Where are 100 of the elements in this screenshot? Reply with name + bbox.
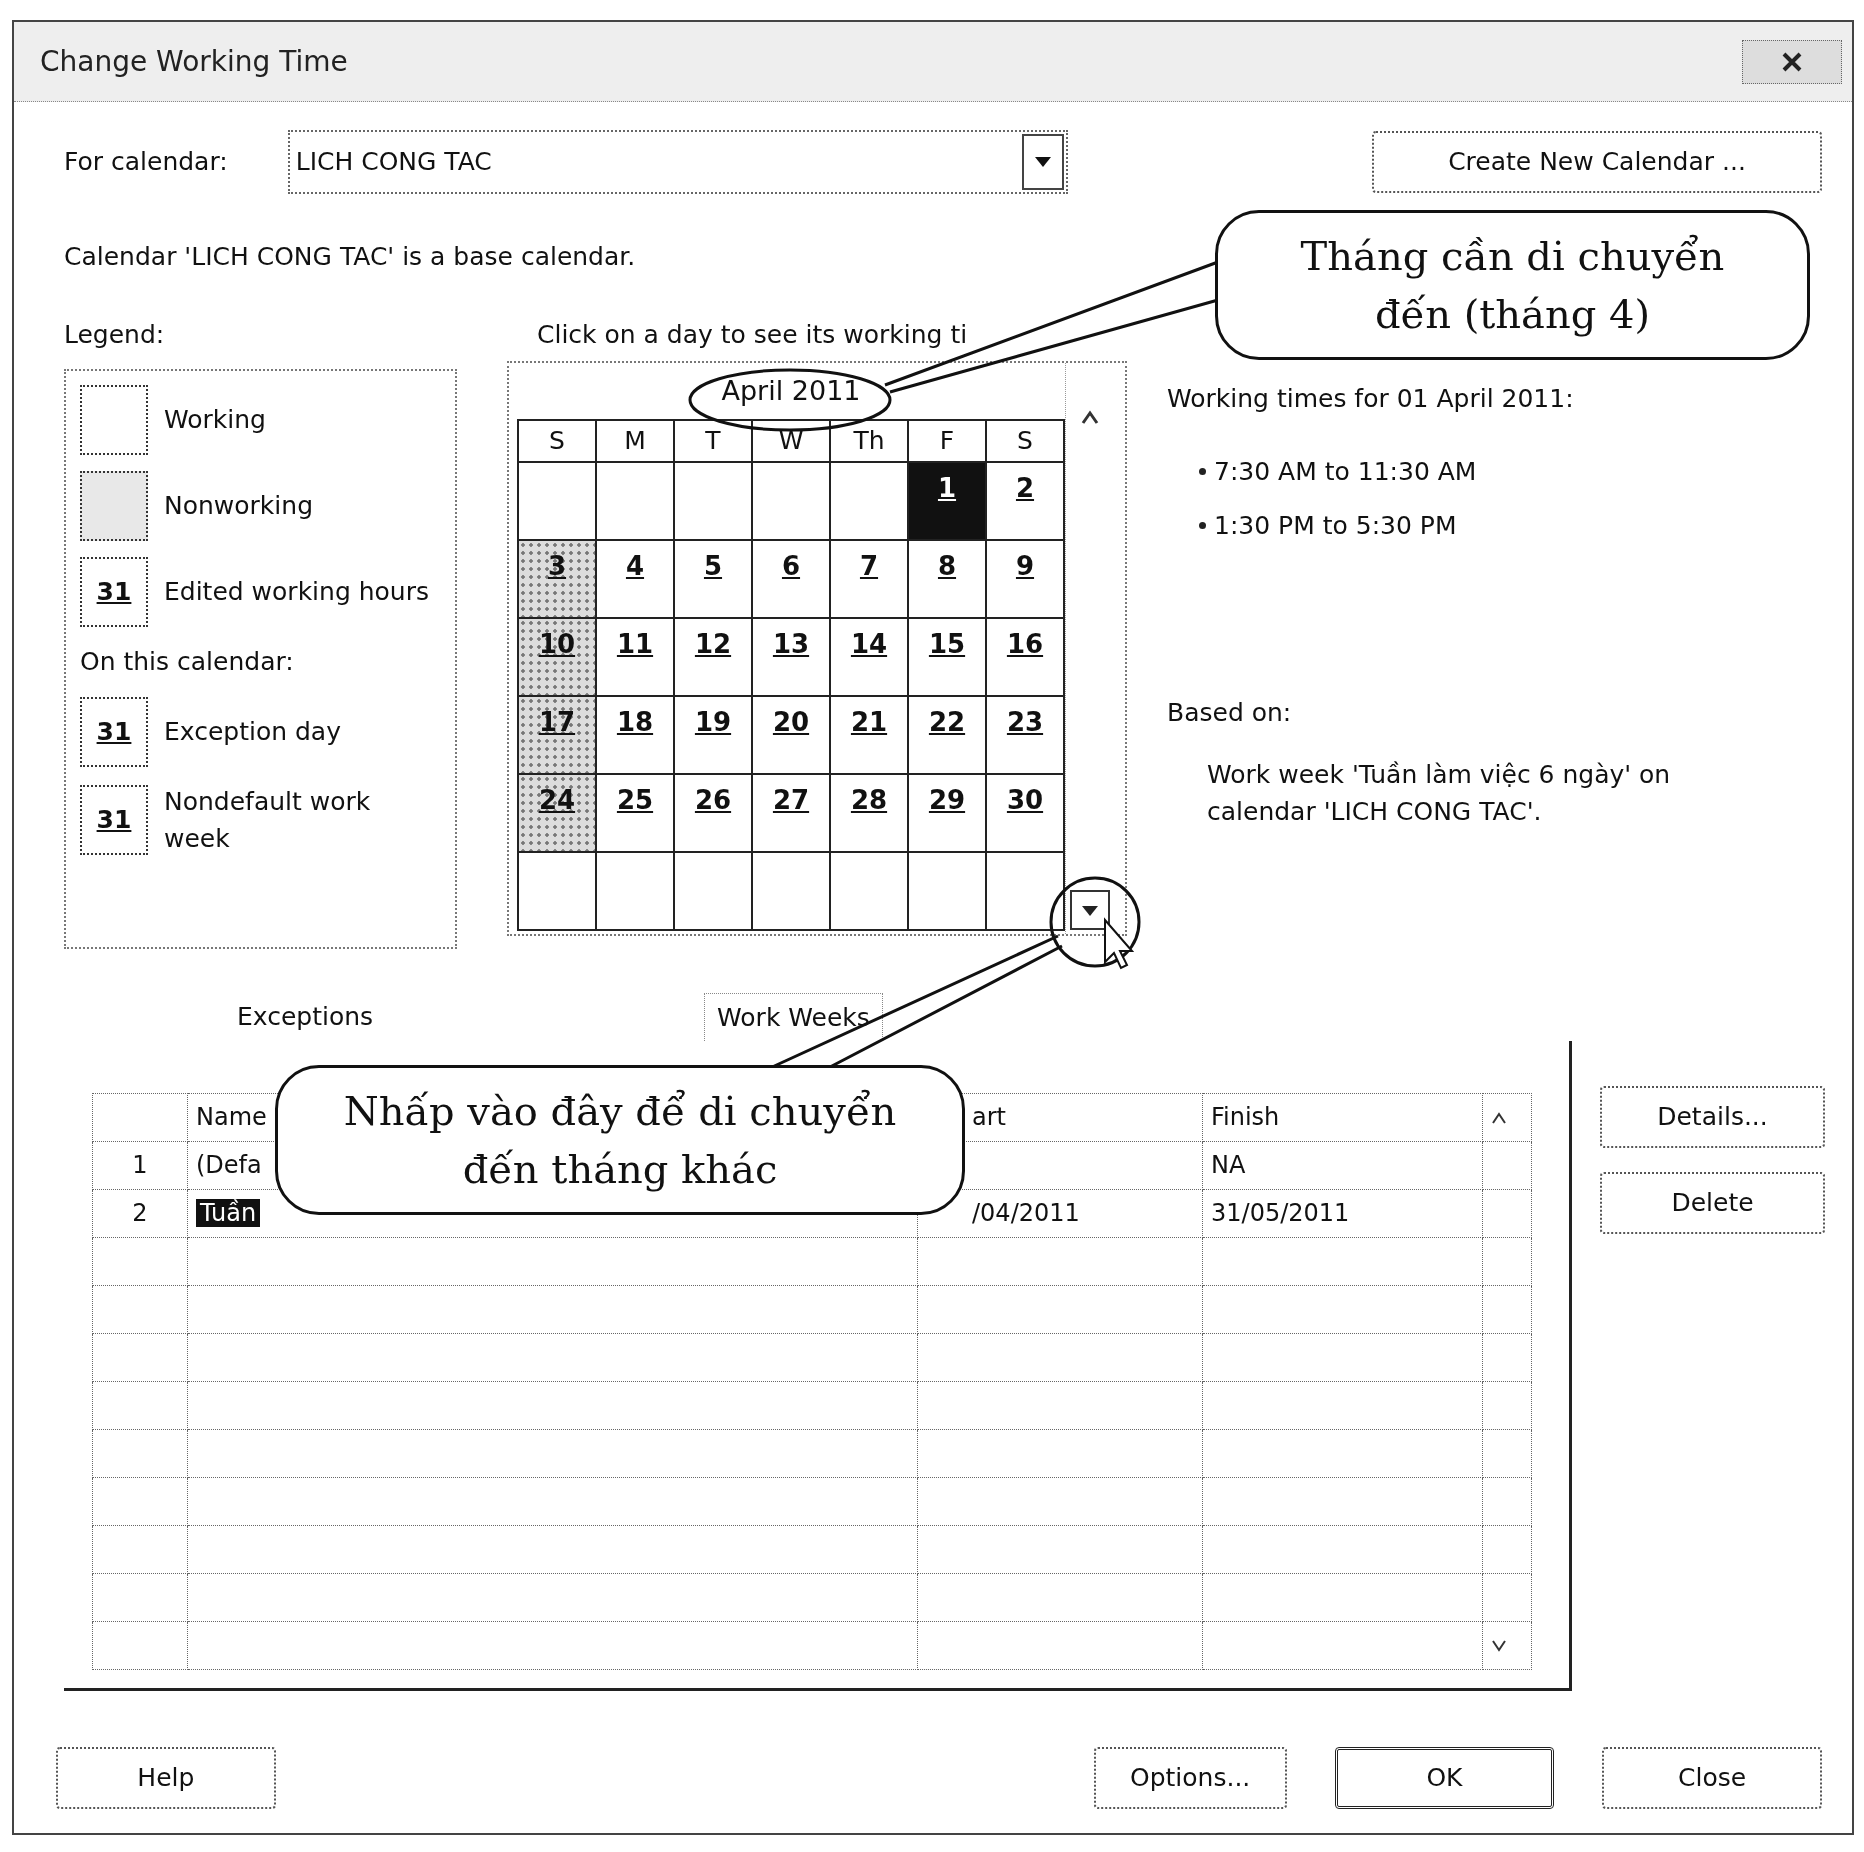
calendar-day-cell[interactable]: 21: [830, 695, 908, 774]
legend-label: Edited working hours: [164, 576, 429, 609]
day-number: 16: [1006, 628, 1044, 659]
day-number: 14: [850, 628, 888, 659]
calendar-day-cell[interactable]: 23: [986, 695, 1064, 774]
calendar-day-cell[interactable]: 11: [596, 617, 674, 696]
scroll-down-button[interactable]: [1069, 890, 1110, 930]
day-number: 21: [850, 706, 888, 737]
month-title: April 2011: [721, 373, 861, 408]
calendar-day-cell[interactable]: 8: [908, 539, 986, 618]
working-time-range: 7:30 AM to 11:30 AM: [1214, 456, 1477, 488]
dialog-button[interactable]: Help: [56, 1746, 276, 1809]
dialog-button[interactable]: Close: [1602, 1746, 1822, 1809]
working-time-range: 1:30 PM to 5:30 PM: [1214, 509, 1457, 542]
calendar-day-cell[interactable]: [752, 461, 830, 540]
calendar-day-cell[interactable]: 16: [986, 617, 1064, 696]
calendar-day-cell[interactable]: 7: [830, 539, 908, 618]
based-on-heading: Based on:: [1167, 697, 1293, 729]
day-number: 28: [850, 784, 888, 815]
weekday-header: F: [908, 420, 986, 462]
day-number: 22: [928, 706, 966, 737]
calendar-note: Calendar 'LICH CONG TAC' is a base calendar.: [64, 242, 636, 271]
calendar-day-cell[interactable]: 20: [752, 695, 830, 774]
calendar-day-cell[interactable]: [752, 851, 830, 930]
close-icon: [1781, 50, 1803, 73]
scroll-down-icon[interactable]: [1491, 1640, 1507, 1652]
table-cell: NA: [1202, 1141, 1483, 1189]
calendar-day-cell[interactable]: 15: [908, 617, 986, 696]
calendar-day-cell[interactable]: 28: [830, 773, 908, 852]
weekday-header: S: [518, 420, 596, 462]
weekday-header: S: [986, 420, 1064, 462]
column-header: Finish: [1202, 1093, 1483, 1141]
calendar-day-cell[interactable]: 2: [986, 461, 1064, 540]
day-number: 29: [928, 784, 966, 815]
day-number: 4: [625, 550, 645, 581]
calendar-day-cell[interactable]: 26: [674, 773, 752, 852]
tab[interactable]: Exceptions: [224, 993, 387, 1041]
bullet-icon: [1199, 468, 1206, 476]
calendar-day-cell[interactable]: 13: [752, 617, 830, 696]
calendar-day-cell[interactable]: 3: [518, 539, 596, 618]
calendar-day-cell[interactable]: 30: [986, 773, 1064, 852]
calendar-day-cell[interactable]: 1: [908, 461, 986, 540]
calendar-day-cell[interactable]: [986, 851, 1064, 930]
calendar-day-cell[interactable]: [518, 461, 596, 540]
day-number: 5: [703, 550, 723, 581]
legend-swatch: 31: [80, 785, 148, 855]
calendar-day-cell[interactable]: [830, 851, 908, 930]
calendar-day-cell[interactable]: 9: [986, 539, 1064, 618]
calendar-day-cell[interactable]: 29: [908, 773, 986, 852]
legend-swatch: [80, 471, 148, 541]
day-number: 12: [694, 628, 732, 659]
calendar-day-cell[interactable]: [596, 851, 674, 930]
callout-bubble: Nhấp vào đây để di chuyển đến tháng khác: [275, 1065, 965, 1215]
day-number: 6: [781, 550, 801, 581]
dialog-button[interactable]: OK: [1334, 1746, 1555, 1809]
table-cell: 31/05/2011: [1202, 1189, 1483, 1237]
day-number: 13: [772, 628, 810, 659]
calendar-day-cell[interactable]: 19: [674, 695, 752, 774]
calendar-day-cell[interactable]: 6: [752, 539, 830, 618]
calendar-day-cell[interactable]: 4: [596, 539, 674, 618]
working-times-heading: Working times for 01 April 2011:: [1167, 382, 1575, 415]
window-title: Change Working Time: [40, 43, 348, 80]
close-button[interactable]: [1742, 39, 1842, 84]
weekday-header: Th: [830, 420, 908, 462]
legend-label: Nonworking: [164, 490, 313, 523]
legend-label: Exception day: [164, 715, 341, 748]
calendar-day-cell[interactable]: 18: [596, 695, 674, 774]
side-button[interactable]: Details...: [1600, 1085, 1825, 1148]
calendar-scrollbar[interactable]: [1065, 363, 1113, 934]
scroll-up-icon[interactable]: [1491, 1112, 1507, 1124]
calendar-day-cell[interactable]: 10: [518, 617, 596, 696]
calendar-day-cell[interactable]: 12: [674, 617, 752, 696]
weekday-header: W: [752, 420, 830, 462]
calendar-day-cell[interactable]: 22: [908, 695, 986, 774]
calendar-day-cell[interactable]: 5: [674, 539, 752, 618]
calendar-day-cell[interactable]: 14: [830, 617, 908, 696]
calendar-day-cell[interactable]: 24: [518, 773, 596, 852]
calendar-day-cell[interactable]: 25: [596, 773, 674, 852]
dialog-button[interactable]: Options...: [1093, 1746, 1287, 1809]
create-calendar-button[interactable]: Create New Calendar ...: [1372, 131, 1822, 193]
calendar-day-cell[interactable]: [908, 851, 986, 930]
calendar-day-cell[interactable]: [674, 461, 752, 540]
legend-swatch: 31: [80, 557, 148, 627]
side-button[interactable]: Delete: [1600, 1171, 1825, 1234]
weekday-header: T: [674, 420, 752, 462]
calendar-dropdown[interactable]: LICH CONG TAC: [287, 130, 1068, 194]
row-number: 2: [92, 1189, 188, 1237]
weekday-header: M: [596, 420, 674, 462]
calendar-day-cell[interactable]: 27: [752, 773, 830, 852]
calendar-day-cell[interactable]: [674, 851, 752, 930]
calendar-day-cell[interactable]: [596, 461, 674, 540]
calendar-day-cell[interactable]: 17: [518, 695, 596, 774]
calendar-day-cell[interactable]: [518, 851, 596, 930]
legend-label: Nondefault work week: [164, 785, 372, 855]
callout-bubble: Tháng cần di chuyển đến (tháng 4): [1215, 210, 1810, 360]
tab[interactable]: Work Weeks: [704, 993, 883, 1041]
calendar-caption: Click on a day to see its working ti: [537, 318, 969, 351]
day-number: 17: [538, 706, 576, 737]
legend-subheading: On this calendar:: [80, 646, 295, 678]
bullet-icon: [1199, 521, 1206, 529]
